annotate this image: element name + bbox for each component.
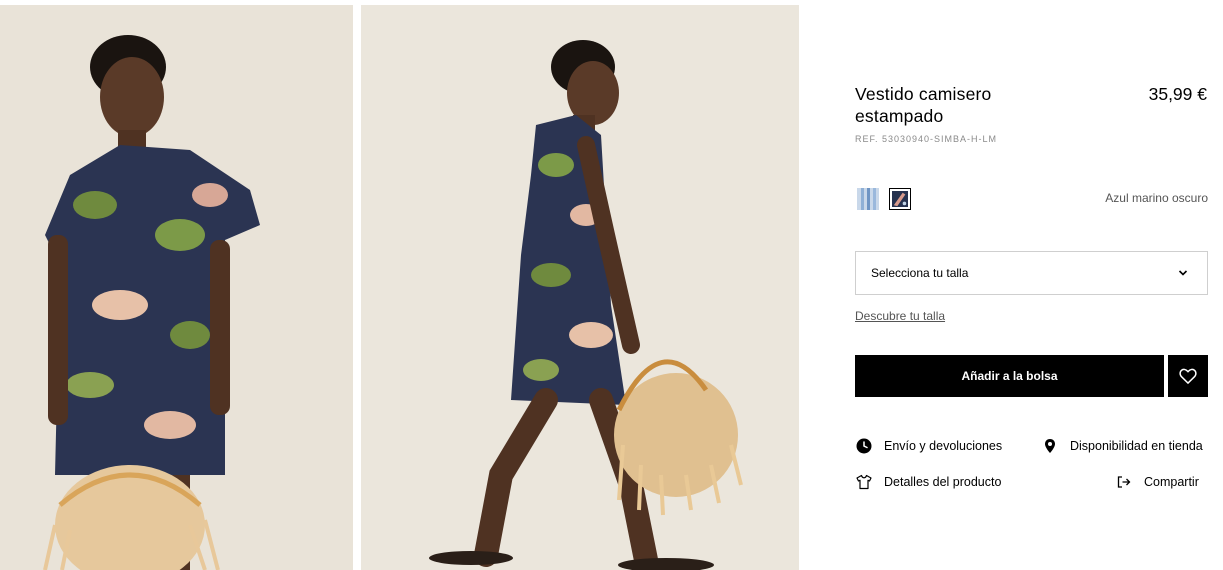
product-price: 35,99 € bbox=[1148, 84, 1207, 104]
add-to-bag-button[interactable]: Añadir a la bolsa bbox=[855, 355, 1164, 397]
front-view-illustration bbox=[0, 5, 353, 570]
clock-icon bbox=[856, 438, 872, 454]
tshirt-icon bbox=[856, 474, 872, 490]
shipping-returns-label: Envío y devoluciones bbox=[884, 439, 1003, 453]
shipping-returns-link[interactable]: Envío y devoluciones bbox=[856, 438, 1002, 454]
color-swatch-navy[interactable] bbox=[889, 188, 911, 210]
favorite-button[interactable] bbox=[1168, 355, 1208, 397]
share-link[interactable]: Compartir bbox=[1116, 474, 1199, 490]
store-availability-link[interactable]: Disponibilidad en tienda bbox=[1042, 438, 1203, 454]
chevron-down-icon bbox=[1178, 270, 1188, 276]
product-reference: REF. 53030940-SIMBA-H-LM bbox=[855, 134, 998, 144]
product-details-label: Detalles del producto bbox=[884, 475, 1002, 489]
heart-icon bbox=[1179, 368, 1197, 385]
product-photo-front[interactable] bbox=[0, 5, 353, 570]
navy-print-swatch-icon bbox=[892, 191, 908, 207]
color-swatch-light-blue[interactable] bbox=[857, 188, 879, 210]
size-guide-link[interactable]: Descubre tu talla bbox=[855, 309, 945, 323]
selected-color-name: Azul marino oscuro bbox=[1105, 191, 1208, 205]
side-view-illustration bbox=[361, 5, 799, 570]
size-select[interactable]: Selecciona tu talla bbox=[855, 251, 1208, 295]
product-details-link[interactable]: Detalles del producto bbox=[856, 474, 1001, 490]
size-select-placeholder: Selecciona tu talla bbox=[871, 266, 969, 280]
store-availability-label: Disponibilidad en tienda bbox=[1070, 439, 1203, 453]
share-label: Compartir bbox=[1144, 475, 1199, 489]
share-icon bbox=[1117, 476, 1131, 488]
location-pin-icon bbox=[1045, 439, 1055, 453]
product-title: Vestido camisero estampado bbox=[855, 84, 992, 126]
light-blue-stripe-swatch-icon bbox=[857, 188, 879, 210]
product-photo-side[interactable] bbox=[361, 5, 799, 570]
